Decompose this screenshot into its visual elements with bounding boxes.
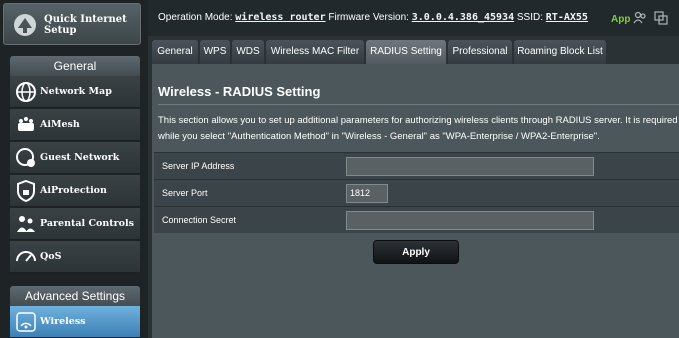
tab-wireless-mac-filter[interactable]: Wireless MAC Filter: [266, 40, 364, 64]
tab-wds[interactable]: WDS: [232, 40, 264, 64]
sidebar-item-aiprotection[interactable]: AiProtection: [10, 175, 140, 207]
operation-mode-label: Operation Mode:: [158, 12, 233, 23]
app-link[interactable]: App: [611, 14, 630, 25]
tab-general[interactable]: General: [152, 40, 198, 64]
sidebar-item-aimesh[interactable]: AiMesh: [10, 109, 140, 141]
tab-professional[interactable]: Professional: [448, 40, 512, 64]
connection-secret-row: Connection Secret: [154, 206, 679, 233]
apply-button[interactable]: Apply: [373, 240, 459, 264]
sidebar-item-guest-network[interactable]: Guest Network: [10, 142, 140, 174]
status-bar: Operation Mode: wireless router Firmware…: [148, 0, 679, 36]
wifi-icon: [16, 312, 36, 332]
advanced-settings-header: Advanced Settings: [10, 286, 140, 306]
tab-radius-setting[interactable]: RADIUS Setting: [366, 40, 446, 64]
page-title: Wireless - RADIUS Setting: [158, 84, 321, 99]
shield-lock-icon: [17, 179, 35, 203]
mesh-router-icon: [18, 117, 34, 131]
firmware-version-link[interactable]: 3.0.0.4.386_45934: [412, 12, 514, 23]
server-port-input[interactable]: 1812: [346, 184, 388, 203]
sidebar: Quick Internet Setup General Network Map…: [0, 0, 148, 338]
sidebar-item-qos[interactable]: QoS: [10, 241, 140, 273]
quick-setup-icon: [14, 14, 36, 36]
sidebar-item-label: AiProtection: [40, 185, 107, 196]
sidebar-item-label: AiMesh: [40, 119, 80, 130]
quick-internet-setup-button[interactable]: Quick Internet Setup: [3, 3, 141, 45]
guest-network-icon: [16, 148, 35, 167]
connection-secret-label: Connection Secret: [162, 215, 237, 225]
server-port-row: Server Port 1812: [154, 179, 679, 206]
ssid-link[interactable]: RT-AX55: [546, 12, 588, 23]
family-icon: [17, 216, 35, 232]
speedometer-icon: [16, 251, 36, 262]
status-line: Operation Mode: wireless router Firmware…: [158, 12, 588, 23]
copy-windows-icon[interactable]: [654, 11, 668, 25]
server-ip-row: Server IP Address: [154, 152, 679, 179]
sidebar-item-parental-controls[interactable]: Parental Controls: [10, 208, 140, 240]
server-ip-input[interactable]: [346, 157, 594, 176]
sidebar-item-label: Wireless: [40, 316, 86, 327]
sidebar-item-wireless[interactable]: Wireless: [10, 306, 140, 338]
sidebar-item-label: Parental Controls: [40, 218, 134, 229]
sidebar-item-network-map[interactable]: Network Map: [10, 76, 140, 108]
server-ip-label: Server IP Address: [162, 161, 235, 171]
operation-mode-link[interactable]: wireless router: [235, 12, 325, 23]
globe-network-icon: [16, 82, 36, 102]
users-icon[interactable]: [633, 11, 647, 25]
firmware-label: Firmware Version:: [328, 12, 409, 23]
connection-secret-input[interactable]: [346, 211, 594, 230]
title-divider: [158, 104, 679, 105]
section-description: This section allows you to set up additi…: [158, 115, 678, 142]
sidebar-item-label: QoS: [40, 251, 62, 262]
general-section-header: General: [10, 56, 140, 76]
tab-wps[interactable]: WPS: [200, 40, 230, 64]
quick-setup-label: Quick Internet Setup: [44, 14, 127, 36]
sidebar-item-label: Network Map: [40, 86, 112, 97]
tab-roaming-block-list[interactable]: Roaming Block List: [514, 40, 606, 64]
main-panel: Wireless - RADIUS Setting This section a…: [152, 64, 679, 338]
sidebar-item-label: Guest Network: [40, 152, 120, 163]
ssid-label: SSID:: [516, 12, 543, 23]
server-port-label: Server Port: [162, 188, 208, 198]
